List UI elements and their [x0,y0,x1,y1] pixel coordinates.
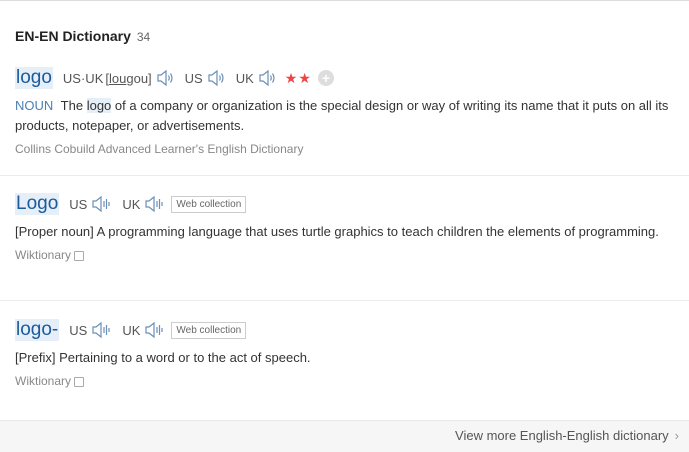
frequency-stars: ★★ [284,69,312,86]
uk-label: UK [122,322,141,338]
source-label: Collins Cobuild Advanced Learner's Engli… [15,142,304,156]
web-collection-badge: Web collection [171,321,247,339]
uk-speaker-icon[interactable] [143,195,165,213]
footer-bar: View more English-English dictionary › [0,420,689,452]
web-collection-badge: Web collection [171,195,247,213]
external-link-icon[interactable] [74,377,85,387]
pron-region-label: US·UK [62,70,104,86]
top-divider [0,0,689,1]
section-header: EN-EN Dictionary 34 [15,28,150,44]
phonetic: [lougou] [105,70,152,86]
source: Wiktionary [15,374,689,388]
external-link-icon[interactable] [74,251,85,261]
uk-label: UK [122,196,141,212]
part-of-speech: NOUN [15,98,54,113]
headword[interactable]: Logo [15,193,60,215]
us-label: US [69,322,88,338]
us-label: US [69,196,88,212]
entry-headline: logo US·UK [lougou] US UK ★★ + [15,66,689,90]
section-title: EN-EN Dictionary [15,28,131,44]
source-label[interactable]: Wiktionary [15,374,71,388]
entry-headline: logo- US UK Web collection [15,318,689,342]
dictionary-entry: logo- US UK Web collection [Prefix] Pert… [15,318,689,388]
headword[interactable]: logo- [15,319,60,341]
dictionary-entry: Logo US UK Web collection [Proper noun] … [15,192,689,262]
dictionary-entry: logo US·UK [lougou] US UK ★★ + NOUN The … [15,66,689,156]
definition: [Prefix] Pertaining to a word or to the … [15,350,311,365]
us-speaker-icon[interactable] [90,195,112,213]
source-label[interactable]: Wiktionary [15,248,71,262]
uk-speaker-icon[interactable] [257,69,277,87]
us-speaker-icon[interactable] [90,321,112,339]
view-more-link[interactable]: View more English-English dictionary › [455,428,679,443]
entry-divider [0,175,689,176]
highlighted-word: logo [86,98,112,113]
source: Collins Cobuild Advanced Learner's Engli… [15,142,689,156]
entry-divider [0,300,689,301]
headword[interactable]: logo [15,67,53,89]
uk-speaker-icon[interactable] [143,321,165,339]
uk-label: UK [235,70,254,86]
chevron-right-icon: › [674,428,679,443]
view-more-label[interactable]: View more English-English dictionary [455,428,669,443]
entry-headline: Logo US UK Web collection [15,192,689,216]
result-count: 34 [136,30,151,44]
add-to-wordbook-icon[interactable]: + [317,70,334,86]
us-speaker-icon[interactable] [206,69,226,87]
definition: [Proper noun] A programming language tha… [15,224,659,239]
speaker-icon[interactable] [155,69,175,87]
definition: NOUN The logo of a company or organizati… [15,98,669,133]
us-label: US [184,70,203,86]
source: Wiktionary [15,248,689,262]
